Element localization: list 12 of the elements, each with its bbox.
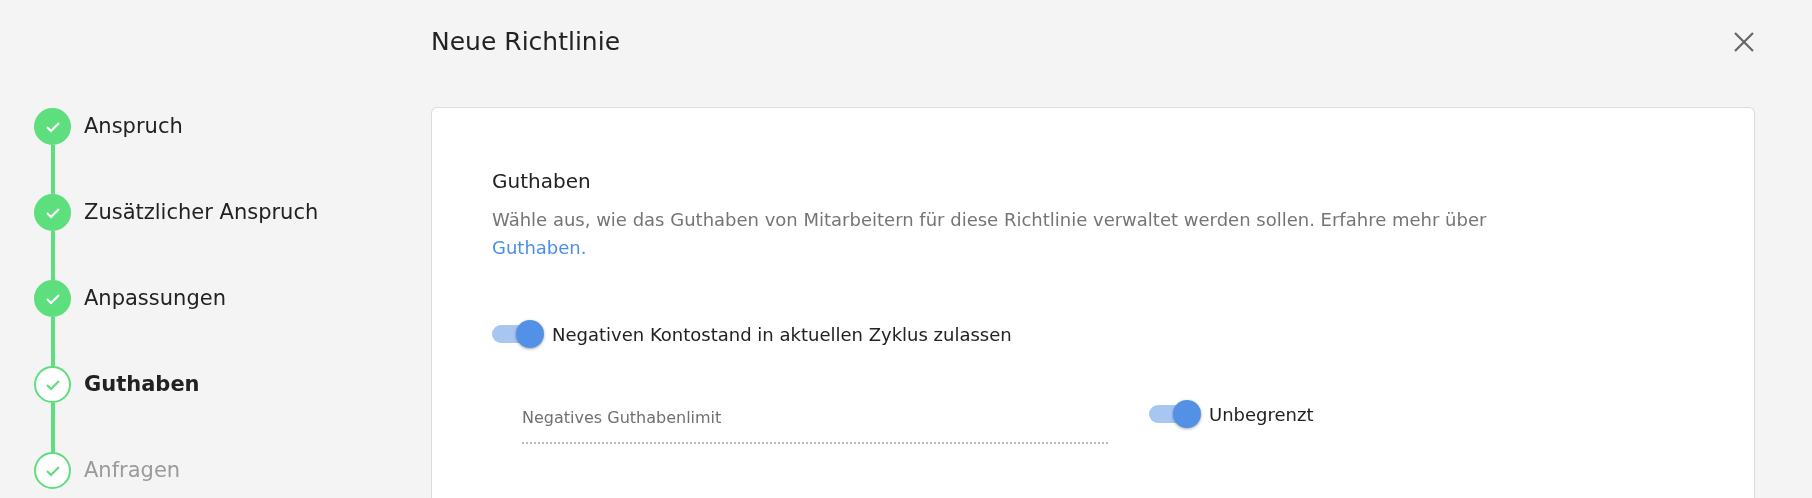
step-label[interactable]: Anpassungen bbox=[84, 282, 226, 315]
step-label[interactable]: Zusätzlicher Anspruch bbox=[84, 196, 319, 229]
dialog-title: Neue Richtlinie bbox=[431, 25, 621, 58]
toggle-label: Negativen Kontostand in aktuellen Zyklus zulassen bbox=[552, 322, 1012, 347]
step-label[interactable]: Anspruch bbox=[84, 110, 183, 143]
toggle-label: Unbegrenzt bbox=[1209, 402, 1314, 427]
step-label[interactable]: Guthaben bbox=[84, 368, 200, 401]
section-description: Wähle aus, wie das Guthaben von Mitarbeitern für diese Richtlinie verwaltet werden sollen. Erfahre mehr über Guthaben. bbox=[492, 208, 1488, 260]
section-title: Guthaben bbox=[492, 168, 592, 195]
toggle-switch[interactable] bbox=[492, 320, 544, 348]
toggle-switch[interactable] bbox=[1149, 400, 1201, 428]
input-field[interactable]: Negatives Guthabenlimit bbox=[522, 400, 1108, 444]
